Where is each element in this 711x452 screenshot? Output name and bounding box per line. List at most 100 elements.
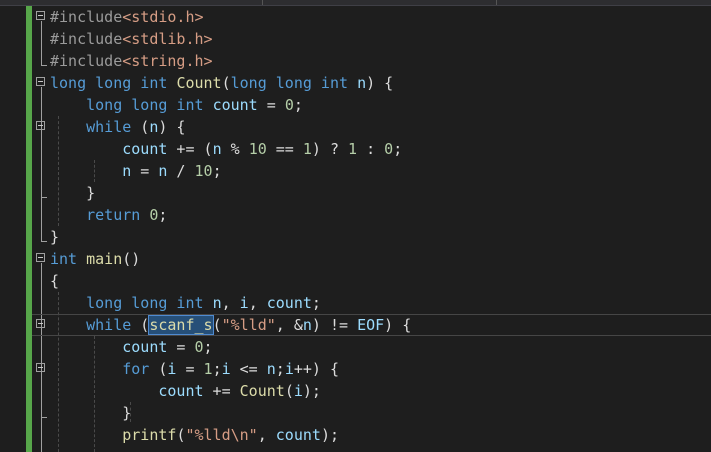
code-line[interactable]: printf("%lld\n", count); xyxy=(32,424,711,446)
code-line[interactable]: #include<stdio.h> xyxy=(32,6,711,28)
code-token: ; xyxy=(212,162,222,180)
code-text: int main() xyxy=(50,248,140,270)
code-token: #include xyxy=(50,30,123,48)
code-token: 1 xyxy=(348,140,358,158)
code-token: n xyxy=(50,162,132,180)
code-token: ; xyxy=(293,96,303,114)
collapse-icon[interactable] xyxy=(36,363,45,372)
code-line[interactable]: } xyxy=(32,182,711,204)
code-token: EOF xyxy=(357,316,385,334)
code-token: ); xyxy=(320,426,339,444)
code-line[interactable]: count += Count(i); xyxy=(32,380,711,402)
code-token: , xyxy=(248,294,267,312)
tab-separator xyxy=(262,0,263,5)
code-line[interactable]: #include<stdlib.h> xyxy=(32,28,711,50)
code-token: 0 xyxy=(284,96,294,114)
code-token: n xyxy=(212,140,222,158)
code-token: ); xyxy=(302,382,321,400)
code-text: for (i = 1;i <= n;i++) { xyxy=(50,358,339,380)
code-token: <string.h> xyxy=(122,52,213,70)
code-token: ) { xyxy=(158,118,186,136)
code-token: ++) { xyxy=(293,360,339,378)
code-line[interactable]: #include<string.h> xyxy=(32,50,711,72)
code-token: += xyxy=(203,382,240,400)
code-line[interactable]: count += (n % 10 == 1) ? 1 : 0; xyxy=(32,138,711,160)
code-text: while (n) { xyxy=(50,116,185,138)
code-text: } xyxy=(50,226,59,248)
code-token: 1 xyxy=(302,140,312,158)
collapse-icon[interactable] xyxy=(36,77,45,86)
collapse-icon[interactable] xyxy=(36,11,45,20)
code-token: i xyxy=(221,360,231,378)
code-text: } xyxy=(50,402,131,424)
code-token: long long int xyxy=(230,74,358,92)
code-line[interactable]: for (i = 1;i <= n;i++) { xyxy=(32,358,711,380)
code-text: printf("%lld\n", count); xyxy=(50,424,339,446)
code-token: { xyxy=(50,272,60,290)
code-text: #include<string.h> xyxy=(50,50,213,72)
code-line[interactable]: int main() xyxy=(32,248,711,270)
code-token: = xyxy=(131,162,159,180)
code-token: Count xyxy=(239,382,285,400)
code-token: % xyxy=(221,140,249,158)
code-token: i xyxy=(239,294,249,312)
code-text: { xyxy=(50,270,59,292)
code-line[interactable]: long long int Count(long long int n) { xyxy=(32,72,711,94)
code-token: ( xyxy=(212,316,222,334)
code-token: "%lld\n" xyxy=(185,426,258,444)
code-token: : xyxy=(357,140,385,158)
code-text: while (scanf_s("%lld", &n) != EOF) { xyxy=(50,314,411,336)
code-token: for xyxy=(50,360,150,378)
code-text: return 0; xyxy=(50,204,167,226)
code-token: } xyxy=(50,228,60,246)
code-line[interactable]: return 0; xyxy=(32,204,711,226)
code-token: / xyxy=(167,162,195,180)
code-token: <= xyxy=(230,360,267,378)
code-token: "%lld" xyxy=(221,316,276,334)
code-token: } xyxy=(50,184,96,202)
collapse-icon[interactable] xyxy=(36,319,45,328)
code-token: int xyxy=(50,250,87,268)
code-text: #include<stdio.h> xyxy=(50,6,204,28)
code-text: #include<stdlib.h> xyxy=(50,28,213,50)
code-line[interactable]: { xyxy=(32,270,711,292)
code-token: } xyxy=(50,404,132,422)
code-text: count = 0; xyxy=(50,336,213,358)
code-line[interactable]: long long int count = 0; xyxy=(32,94,711,116)
code-token: == xyxy=(266,140,303,158)
code-editor[interactable]: #include<stdio.h> #include<stdlib.h> #incl… xyxy=(32,6,711,452)
code-token: = xyxy=(176,360,204,378)
code-token: n xyxy=(357,74,367,92)
code-token: n xyxy=(302,316,312,334)
code-token: () xyxy=(122,250,141,268)
code-token: ; xyxy=(212,360,222,378)
selected-token: scanf_s xyxy=(148,315,214,335)
code-token: 10 xyxy=(194,162,213,180)
code-token: ( xyxy=(284,382,294,400)
code-token: #include xyxy=(50,8,123,26)
code-line[interactable]: } xyxy=(32,402,711,424)
collapse-icon[interactable] xyxy=(36,253,45,262)
code-token: ; xyxy=(311,294,321,312)
code-line[interactable]: } xyxy=(32,226,711,248)
collapse-icon[interactable] xyxy=(36,121,45,130)
code-line[interactable]: while (n) { xyxy=(32,116,711,138)
code-token: #include xyxy=(50,52,123,70)
code-token: , xyxy=(257,426,276,444)
code-token: ; xyxy=(203,338,213,356)
code-token: n xyxy=(212,294,222,312)
code-token: while xyxy=(50,118,132,136)
code-token: count xyxy=(212,96,258,114)
code-line[interactable]: n = n / 10; xyxy=(32,160,711,182)
code-token: 10 xyxy=(248,140,267,158)
code-token: ) ? xyxy=(311,140,349,158)
code-line[interactable]: while (scanf_s("%lld", &n) != EOF) { xyxy=(32,314,711,336)
code-line[interactable]: long long int n, i, count; xyxy=(32,292,711,314)
code-token: ( xyxy=(131,118,150,136)
code-token: = xyxy=(257,96,285,114)
code-line[interactable]: count = 0; xyxy=(32,336,711,358)
code-token: while xyxy=(50,316,132,334)
code-token: ) { xyxy=(366,74,394,92)
code-token: ( xyxy=(131,316,150,334)
code-text: long long int Count(long long int n) { xyxy=(50,72,393,94)
